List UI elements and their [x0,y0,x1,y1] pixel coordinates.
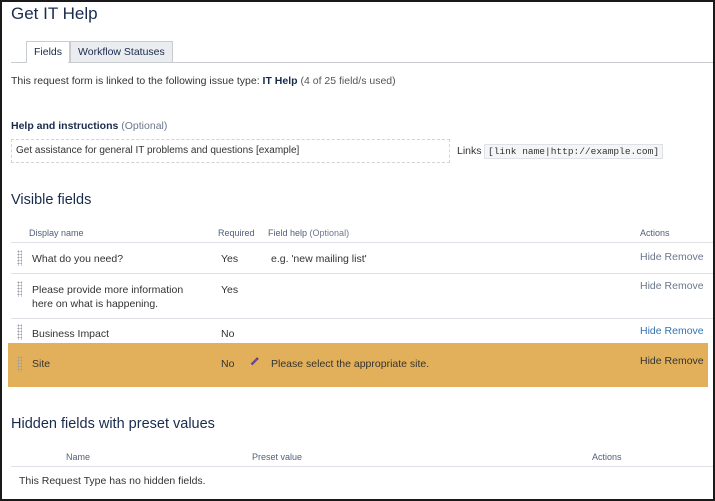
table-row: Please provide more information here on … [11,274,711,318]
col-preset-value: Preset value [252,452,303,462]
tab-fields[interactable]: Fields [26,41,71,63]
table-row-selected: Site No Please select the appropriate si… [8,343,708,387]
remove-link[interactable]: Remove [665,355,704,367]
hidden-fields-heading: Hidden fields with preset values [11,416,215,432]
col-field-help: Field help (Optional) [268,228,349,238]
field-name: Please provide more information here on … [32,284,184,310]
field-help: Please select the appropriate site. [271,358,430,370]
col-name: Name [66,452,91,462]
drag-handle-icon[interactable] [17,281,22,297]
links-label: Links [457,145,482,157]
col-required: Required [218,228,255,238]
col-display-name: Display name [29,228,84,238]
col-field-help-label: Field help [268,228,308,238]
active-tab-gap [27,62,68,63]
page-title: Get IT Help [11,4,98,23]
table-row: What do you need? Yes e.g. 'new mailing … [11,243,711,273]
help-label-text: Help and instructions [11,120,119,132]
linked-prefix: This request form is linked to the follo… [11,75,260,87]
tab-workflow-statuses[interactable]: Workflow Statuses [70,41,173,63]
drag-handle-icon[interactable] [17,250,22,266]
hide-link[interactable]: Hide [640,355,662,367]
empty-state-text: This Request Type has no hidden fields. [19,475,206,487]
help-optional: (Optional) [121,120,168,132]
row-actions: Hide Remove [640,251,704,263]
help-label: Help and instructions (Optional) [11,120,167,132]
field-required: Yes [221,284,239,296]
remove-link[interactable]: Remove [665,325,704,337]
row-actions: Hide Remove [640,325,704,337]
drag-handle-icon[interactable] [17,324,22,340]
col-field-help-optional: (Optional) [309,228,350,238]
field-required: No [221,328,235,340]
visible-fields-heading: Visible fields [11,192,92,208]
field-name: Business Impact [32,328,110,340]
field-help: e.g. 'new mailing list' [271,253,367,265]
field-required: Yes [221,253,239,265]
row-actions: Hide Remove [640,355,704,367]
field-count: (4 of 25 field/s used) [300,75,396,87]
remove-link[interactable]: Remove [665,251,704,263]
field-required: No [221,358,235,370]
col-actions: Actions [640,228,670,238]
linked-issue-text: This request form is linked to the follo… [11,75,396,87]
drag-handle-icon[interactable] [17,356,22,372]
help-instructions-field[interactable]: Get assistance for general IT problems a… [11,139,450,163]
table-row: Business Impact No Hide Remove [11,319,711,343]
links-syntax-example: [link name|http://example.com] [484,144,664,159]
tab-bar: Fields Workflow Statuses [26,41,173,63]
field-name: What do you need? [32,253,124,265]
header-divider [11,466,713,467]
remove-link[interactable]: Remove [665,280,704,292]
hide-link[interactable]: Hide [640,325,662,337]
col-actions: Actions [592,452,622,462]
hide-link[interactable]: Hide [640,280,662,292]
row-actions: Hide Remove [640,280,704,292]
pencil-icon[interactable] [248,356,260,368]
hide-link[interactable]: Hide [640,251,662,263]
tab-divider [11,62,713,63]
issue-type-name: IT Help [262,75,298,87]
field-name: Site [32,358,51,370]
